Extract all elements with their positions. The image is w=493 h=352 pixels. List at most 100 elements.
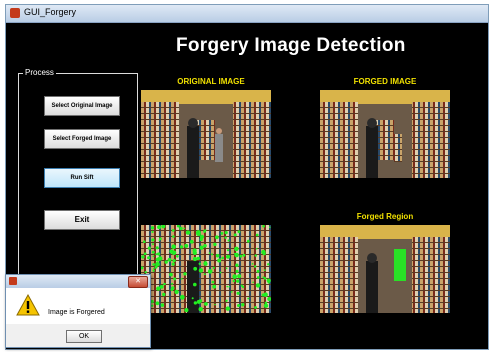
sift-keypoint xyxy=(183,272,187,276)
sift-keypoint xyxy=(152,255,155,258)
sift-keypoint xyxy=(147,256,151,260)
sift-keypoint xyxy=(261,249,266,255)
sift-keypoint xyxy=(214,303,216,306)
sift-keypoint xyxy=(211,280,215,284)
sift-keypoint xyxy=(169,258,172,261)
sift-keypoint xyxy=(234,252,236,255)
sift-keypoint xyxy=(234,246,239,252)
sift-keypoint xyxy=(192,250,197,255)
sift-keypoint xyxy=(157,256,163,261)
sift-keypoints-image xyxy=(141,225,271,313)
exit-button[interactable]: Exit xyxy=(44,210,120,230)
sift-keypoint xyxy=(155,301,160,306)
sift-keypoint xyxy=(226,285,228,288)
sift-keypoint xyxy=(155,246,159,250)
sift-keypoint xyxy=(171,229,175,232)
sift-keypoint xyxy=(185,230,191,235)
sift-keypoint xyxy=(215,235,219,240)
process-panel-label: Process xyxy=(23,68,56,77)
original-image xyxy=(141,90,271,178)
sift-keypoint xyxy=(212,284,217,289)
sift-keypoint xyxy=(255,283,261,288)
sift-keypoint xyxy=(153,267,155,270)
sift-keypoint xyxy=(224,231,228,235)
sift-keypoint xyxy=(242,253,246,257)
sift-keypoint xyxy=(151,304,154,307)
sift-keypoint xyxy=(157,252,161,256)
page-title: Forgery Image Detection xyxy=(176,35,406,56)
matlab-app-icon xyxy=(10,8,20,18)
sift-keypoint xyxy=(226,249,230,252)
sift-keypoint xyxy=(262,276,265,279)
sift-keypoint xyxy=(227,239,230,242)
sift-keypoint xyxy=(256,269,260,273)
sift-keypoint xyxy=(172,259,176,263)
sift-keypoint xyxy=(254,265,257,268)
window-titlebar[interactable]: GUI_Forgery xyxy=(6,5,488,23)
sift-keypoint xyxy=(203,262,208,266)
sift-keypoint xyxy=(207,269,213,274)
sift-keypoint xyxy=(236,279,240,283)
forged-region-image xyxy=(320,225,450,313)
sift-keypoint xyxy=(237,304,240,307)
sift-keypoint xyxy=(184,308,189,313)
sift-keypoint xyxy=(221,256,224,260)
sift-keypoint xyxy=(203,273,206,276)
original-image-label: ORIGINAL IMAGE xyxy=(177,77,245,86)
sift-keypoint xyxy=(152,269,155,272)
sift-keypoint xyxy=(225,267,228,270)
sift-keypoint xyxy=(251,263,254,265)
sift-keypoint xyxy=(171,262,175,266)
run-sift-button[interactable]: Run Sift xyxy=(44,168,120,188)
sift-keypoint xyxy=(226,254,230,259)
sift-keypoint xyxy=(219,271,222,274)
sift-keypoint xyxy=(171,250,177,256)
forged-image-label: FORGED IMAGE xyxy=(353,77,417,86)
sift-keypoint xyxy=(230,291,233,293)
sift-keypoint xyxy=(264,301,268,304)
sift-keypoint xyxy=(180,278,183,280)
sift-keypoint xyxy=(163,282,166,286)
sift-keypoint xyxy=(204,302,208,306)
sift-keypoint xyxy=(267,263,270,266)
close-icon[interactable]: ✕ xyxy=(128,276,148,288)
warning-icon xyxy=(16,294,40,316)
sift-keypoint xyxy=(173,277,177,281)
ok-button[interactable]: OK xyxy=(66,330,102,343)
sift-keypoint xyxy=(232,274,237,279)
forged-region-highlight xyxy=(394,249,406,281)
sift-keypoint xyxy=(237,274,242,279)
sift-keypoint xyxy=(255,247,258,250)
select-original-image-button[interactable]: Select Original Image xyxy=(44,96,120,116)
matlab-app-icon xyxy=(9,277,17,285)
sift-keypoint xyxy=(228,286,230,288)
sift-keypoint xyxy=(159,237,162,240)
sift-keypoint xyxy=(191,297,194,300)
select-forged-image-button[interactable]: Select Forged Image xyxy=(44,129,120,149)
sift-keypoint xyxy=(164,260,168,264)
sift-keypoint xyxy=(255,233,259,237)
sift-keypoint xyxy=(184,243,189,248)
sift-keypoint xyxy=(254,306,257,309)
sift-keypoint xyxy=(160,303,165,307)
sift-keypoint xyxy=(262,225,265,228)
sift-keypoint xyxy=(170,286,175,290)
sift-keypoint xyxy=(239,254,243,258)
sift-keypoint xyxy=(219,258,221,260)
sift-keypoint xyxy=(236,291,240,295)
sift-keypoint xyxy=(220,232,224,235)
sift-keypoint xyxy=(183,227,186,230)
dialog-titlebar[interactable]: ✕ xyxy=(6,275,150,288)
sift-keypoint xyxy=(172,235,175,238)
sift-keypoint xyxy=(199,299,202,302)
sift-keypoint xyxy=(171,282,174,285)
sift-keypoint xyxy=(212,266,215,269)
sift-keypoint xyxy=(147,246,151,250)
sift-keypoint xyxy=(151,238,155,242)
sift-keypoint xyxy=(192,256,198,262)
sift-keypoint xyxy=(269,226,271,228)
sift-keypoint xyxy=(156,286,161,291)
sift-keypoint xyxy=(198,268,204,273)
sift-keypoint xyxy=(150,226,155,230)
sift-keypoint xyxy=(162,292,166,297)
